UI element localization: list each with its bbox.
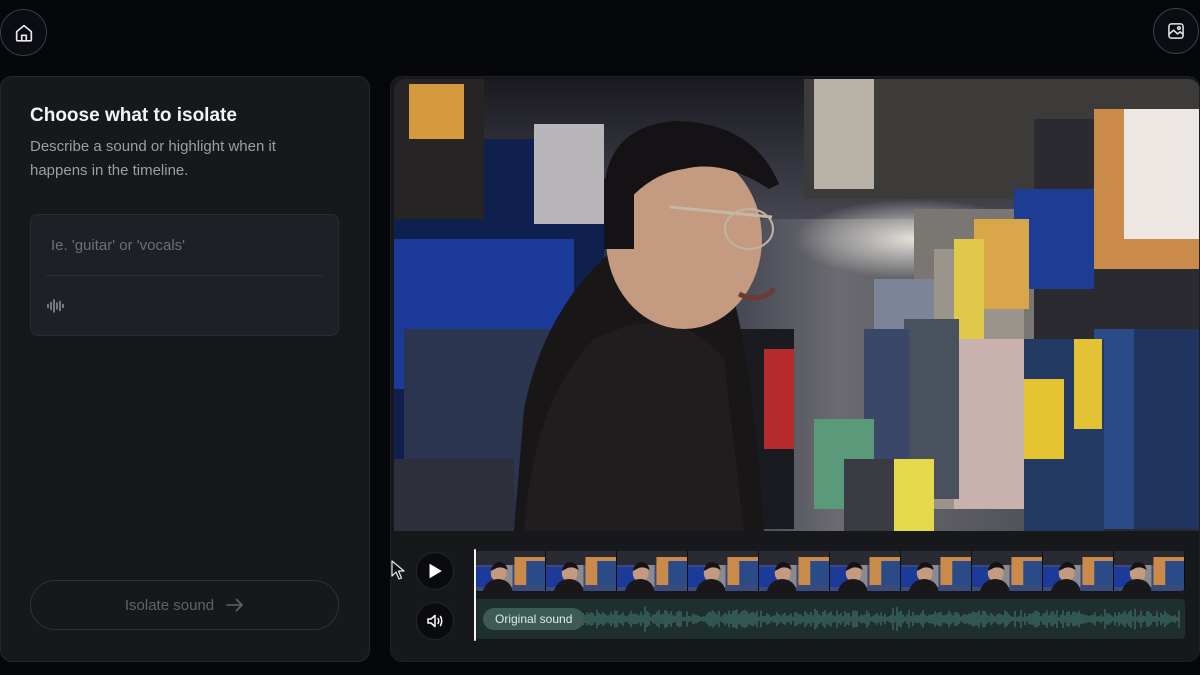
volume-button[interactable]: [416, 602, 454, 640]
filmstrip-frame: [1043, 551, 1114, 591]
filmstrip-frame: [688, 551, 759, 591]
filmstrip-frame: [972, 551, 1043, 591]
prompt-box: [30, 214, 339, 336]
waveform-icon: [47, 299, 64, 313]
home-button[interactable]: [0, 9, 47, 56]
filmstrip-frame: [901, 551, 972, 591]
filmstrip-frame: [830, 551, 901, 591]
sound-prompt-input[interactable]: [31, 215, 338, 275]
gallery-button[interactable]: [1153, 8, 1199, 54]
filmstrip-frame: [475, 551, 546, 591]
app-root: Choose what to isolate Describe a sound …: [0, 0, 1200, 675]
play-button[interactable]: [416, 552, 454, 590]
video-filmstrip[interactable]: [475, 551, 1185, 591]
panel-description: Describe a sound or highlight when it ha…: [30, 138, 276, 179]
audio-track[interactable]: Original sound: [475, 599, 1185, 639]
timeline-playhead[interactable]: [474, 549, 476, 641]
prompt-divider: [46, 275, 323, 276]
filmstrip-frame: [617, 551, 688, 591]
arrow-right-icon: [226, 598, 243, 612]
player-panel: Original sound: [390, 76, 1200, 662]
isolate-panel: Choose what to isolate Describe a sound …: [0, 76, 370, 662]
panel-title: Choose what to isolate: [30, 105, 237, 126]
filmstrip-frame: [546, 551, 617, 591]
audio-track-label: Original sound: [483, 608, 585, 630]
volume-icon: [427, 614, 443, 628]
gallery-icon: [1168, 23, 1184, 39]
mouse-cursor-icon: [391, 560, 405, 580]
play-icon: [429, 564, 442, 578]
isolate-sound-button[interactable]: Isolate sound: [30, 580, 339, 630]
isolate-sound-label: Isolate sound: [124, 596, 215, 614]
filmstrip-frame: [759, 551, 830, 591]
video-preview[interactable]: [394, 79, 1199, 531]
video-frame-image: [394, 79, 1199, 531]
waveform-button[interactable]: [45, 295, 67, 317]
filmstrip-frame: [1114, 551, 1185, 591]
home-icon: [15, 24, 32, 42]
